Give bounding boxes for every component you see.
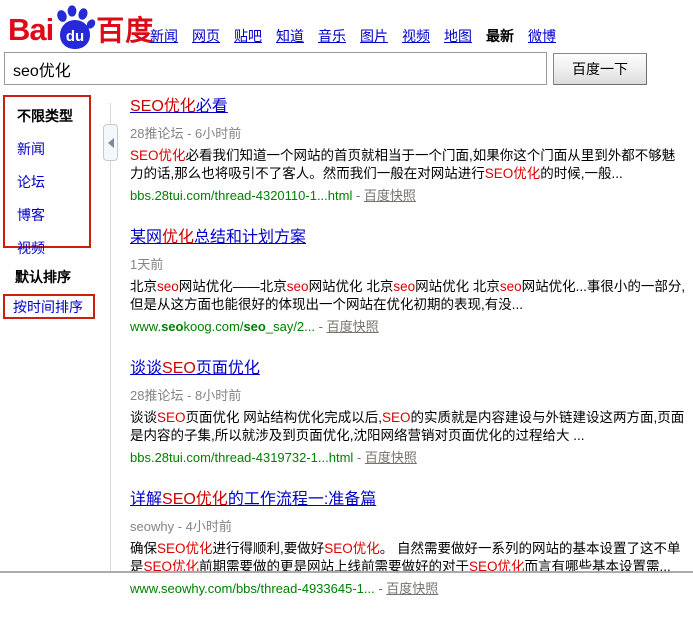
result-snippet: SEO优化必看我们知道一个网站的首页就相当于一个门面,如果你这个门面从里到外都不…	[130, 147, 686, 183]
result-title-link[interactable]: 详解SEO优化的工作流程一:准备篇	[130, 491, 376, 508]
search-button[interactable]: 百度一下	[553, 53, 647, 85]
result-meta: 28推论坛 - 6小时前	[130, 123, 686, 142]
logo-text-cn: 百度	[96, 11, 154, 51]
result-snippet: 北京seo网站优化——北京seo网站优化 北京seo网站优化 北京seo网站优化…	[130, 278, 686, 314]
baidu-cache-link[interactable]: 百度快照	[364, 188, 416, 203]
sidebar-collapse-button[interactable]	[103, 124, 118, 161]
search-result-2: 某网优化总结和计划方案 1天前北京seo网站优化——北京seo网站优化 北京seo…	[130, 227, 686, 335]
result-title: 谈谈SEO页面优化	[130, 358, 686, 379]
nav-link-9[interactable]: 最新	[486, 26, 514, 46]
result-url: www.seowhy.com/bbs/thread-4933645-1... -…	[130, 580, 686, 597]
result-meta: 1天前	[130, 254, 686, 273]
nav-link-10[interactable]: 微博	[528, 26, 556, 46]
baidu-cache-link[interactable]: 百度快照	[327, 319, 379, 334]
result-title: 某网优化总结和计划方案	[130, 227, 686, 248]
result-title-link[interactable]: SEO优化必看	[130, 98, 228, 115]
nav-link-8[interactable]: 地图	[444, 26, 472, 46]
nav-link-4[interactable]: 知道	[276, 26, 304, 46]
nav-link-7[interactable]: 视频	[402, 26, 430, 46]
result-title: 详解SEO优化的工作流程一:准备篇	[130, 489, 686, 510]
chevron-left-icon	[108, 138, 114, 148]
baidu-cache-link[interactable]: 百度快照	[365, 450, 417, 465]
nav-link-2[interactable]: 网页	[192, 26, 220, 46]
result-url: bbs.28tui.com/thread-4319732-1...html - …	[130, 449, 686, 466]
sidebar-divider	[110, 103, 111, 573]
sidebar-filter-header: 不限类型	[17, 105, 89, 138]
sidebar-item-4[interactable]: 博客	[17, 207, 45, 223]
result-url: www.seokoog.com/seo_say/2... - 百度快照	[130, 318, 686, 335]
svg-text:du: du	[66, 28, 84, 45]
sidebar-item-sort-by-time[interactable]: 按时间排序	[13, 297, 83, 317]
search-result-3: 谈谈SEO页面优化 28推论坛 - 8小时前谈谈SEO页面优化 网站结构优化完成以…	[130, 358, 686, 466]
nav-link-5[interactable]: 音乐	[318, 26, 346, 46]
sidebar-filter-box: 不限类型新闻论坛博客视频	[3, 95, 91, 248]
baidu-logo[interactable]: Bai du 百度	[8, 3, 154, 51]
result-title-link[interactable]: 谈谈SEO页面优化	[130, 360, 260, 377]
search-result-4: 详解SEO优化的工作流程一:准备篇seowhy - 4小时前确保SEO优化进行得…	[130, 489, 686, 597]
result-meta: 28推论坛 - 8小时前	[130, 385, 686, 404]
sidebar-item-2[interactable]: 新闻	[17, 141, 45, 157]
search-results: SEO优化必看 28推论坛 - 6小时前 SEO优化必看我们知道一个网站的首页就相当…	[130, 96, 686, 620]
result-snippet: 谈谈SEO页面优化 网站结构优化完成以后,SEO的实质就是内容建设与外链建设这两…	[130, 409, 686, 445]
search-result-1: SEO优化必看 28推论坛 - 6小时前 SEO优化必看我们知道一个网站的首页就相当…	[130, 96, 686, 204]
nav-link-1[interactable]: 新闻	[150, 26, 178, 46]
nav-link-6[interactable]: 图片	[360, 26, 388, 46]
sidebar-item-3[interactable]: 论坛	[17, 174, 45, 190]
result-meta: seowhy - 4小时前	[130, 516, 686, 535]
top-nav: 新闻网页贴吧知道音乐图片视频地图最新微博	[150, 26, 556, 46]
result-title-link[interactable]: 某网优化总结和计划方案	[130, 229, 306, 246]
baidu-paw-icon: du	[52, 4, 98, 51]
result-url: bbs.28tui.com/thread-4320110-1...html - …	[130, 187, 686, 204]
logo-text-bai: Bai	[8, 9, 53, 51]
sidebar-item-5[interactable]: 视频	[17, 240, 45, 256]
sidebar-sort-header: 默认排序	[15, 267, 71, 287]
search-input[interactable]	[4, 52, 547, 85]
result-title: SEO优化必看	[130, 96, 686, 117]
sidebar-sort-box: 按时间排序	[3, 294, 95, 319]
nav-link-3[interactable]: 贴吧	[234, 26, 262, 46]
baidu-cache-link[interactable]: 百度快照	[386, 581, 438, 596]
